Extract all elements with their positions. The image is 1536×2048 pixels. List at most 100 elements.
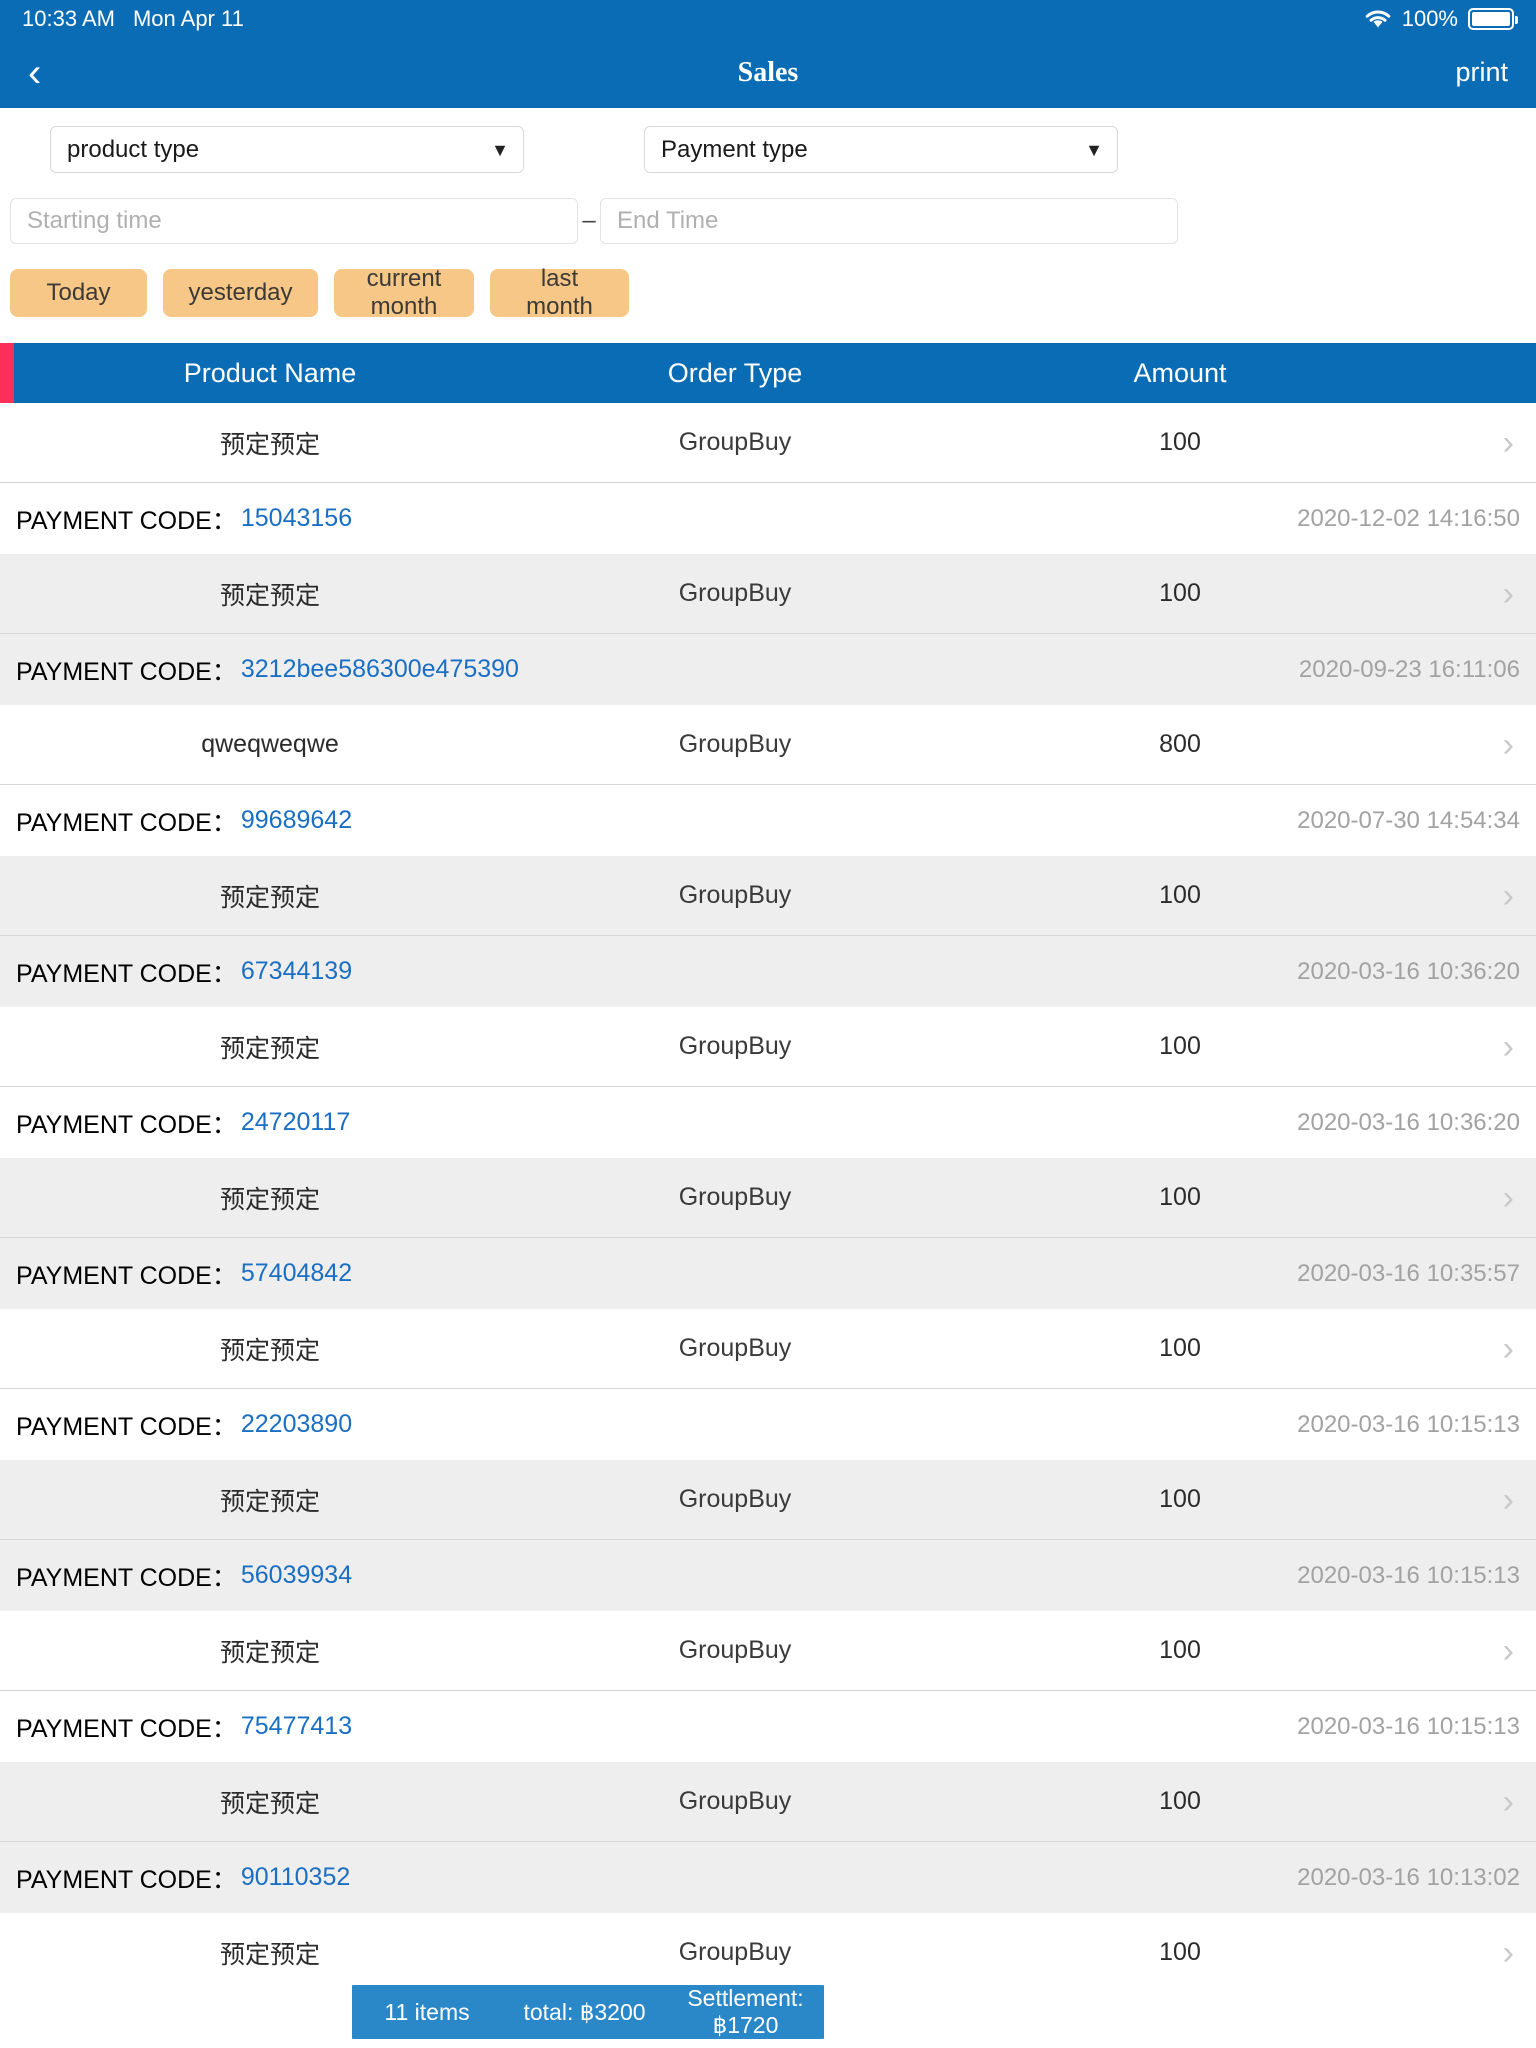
back-icon[interactable]: ‹ — [28, 53, 68, 93]
order-summary-row[interactable]: 预定预定 GroupBuy 100 › — [0, 1158, 1536, 1237]
chevron-right-icon[interactable]: › — [1503, 879, 1514, 913]
cell-amount: 100 — [1159, 1938, 1201, 1966]
payment-code-label: PAYMENT CODE： — [16, 959, 237, 988]
payment-code-label: PAYMENT CODE： — [16, 1110, 237, 1139]
table-row[interactable]: 预定预定 GroupBuy 100 › PAYMENT CODE： 3212bee5863… — [0, 554, 1536, 705]
order-summary-row[interactable]: 预定预定 GroupBuy 100 › — [0, 554, 1536, 633]
order-summary-row[interactable]: 预定预定 GroupBuy 100 › — [0, 856, 1536, 935]
order-payment-row: PAYMENT CODE： 3212bee586300e475390 2020-09… — [0, 633, 1536, 705]
chevron-right-icon[interactable]: › — [1503, 1332, 1514, 1366]
quick-range-yesterday[interactable]: yesterday — [163, 269, 318, 317]
status-bar-right: 100% — [1364, 5, 1518, 32]
status-bar: 10:33 AM Mon Apr 11 100% — [0, 0, 1536, 37]
chevron-right-icon[interactable]: › — [1503, 426, 1514, 460]
status-bar-left: 10:33 AM Mon Apr 11 — [22, 6, 244, 32]
chevron-right-icon[interactable]: › — [1503, 1181, 1514, 1215]
order-payment-row: PAYMENT CODE： 24720117 2020-03-16 10:36:20 — [0, 1086, 1536, 1158]
cell-product-name: 预定预定 — [219, 581, 320, 610]
payment-type-select[interactable]: Payment type ▼ — [644, 126, 1118, 173]
filter-panel: product type ▼ Payment type ▼ Starting t… — [0, 108, 1536, 320]
order-summary-row[interactable]: 预定预定 GroupBuy 100 › — [0, 1762, 1536, 1841]
cell-amount: 100 — [1159, 1787, 1201, 1815]
payment-code-value[interactable]: 99689642 — [241, 806, 352, 835]
product-type-select[interactable]: product type ▼ — [50, 126, 524, 173]
cell-amount: 100 — [1159, 579, 1201, 607]
cell-amount: 800 — [1159, 730, 1201, 758]
page-title: Sales — [737, 56, 799, 88]
table-row[interactable]: 预定预定 GroupBuy 100 › PAYMENT CODE： 67344139 202… — [0, 856, 1536, 1007]
order-timestamp: 2020-03-16 10:35:57 — [1297, 1259, 1520, 1287]
payment-code-label: PAYMENT CODE： — [16, 1563, 237, 1592]
payment-code-label: PAYMENT CODE： — [16, 1865, 237, 1894]
chevron-right-icon[interactable]: › — [1503, 728, 1514, 762]
payment-code-value[interactable]: 22203890 — [241, 1410, 352, 1439]
chevron-right-icon[interactable]: › — [1503, 1634, 1514, 1668]
product-type-value: product type — [67, 135, 200, 163]
order-timestamp: 2020-03-16 10:15:13 — [1297, 1410, 1520, 1438]
order-summary-row[interactable]: 预定预定 GroupBuy 100 › — [0, 1007, 1536, 1086]
payment-code-value[interactable]: 75477413 — [241, 1712, 352, 1741]
order-payment-row: PAYMENT CODE： 22203890 2020-03-16 10:15:13 — [0, 1388, 1536, 1460]
payment-code-value[interactable]: 3212bee586300e475390 — [241, 655, 519, 684]
chevron-right-icon[interactable]: › — [1503, 1030, 1514, 1064]
cell-product-name: 预定预定 — [219, 430, 320, 459]
chevron-right-icon[interactable]: › — [1503, 1785, 1514, 1819]
battery-percent: 100% — [1401, 5, 1458, 31]
start-time-placeholder: Starting time — [27, 207, 162, 234]
table-row[interactable]: 预定预定 GroupBuy 100 › PAYMENT CODE： 90110352 202… — [0, 1762, 1536, 1913]
payment-code-value[interactable]: 56039934 — [241, 1561, 352, 1590]
payment-code-value[interactable]: 90110352 — [241, 1863, 350, 1892]
order-timestamp: 2020-12-02 14:16:50 — [1297, 504, 1520, 532]
quick-range-current-month[interactable]: current month — [334, 265, 474, 320]
status-date: Mon Apr 11 — [132, 5, 244, 31]
table-row[interactable]: 预定预定 GroupBuy 100 › PAYMENT CODE： 75477413 202… — [0, 1611, 1536, 1762]
order-summary-row[interactable]: 预定预定 GroupBuy 100 › — [0, 1913, 1536, 1992]
payment-code-label: PAYMENT CODE： — [16, 1261, 237, 1290]
chevron-right-icon[interactable]: › — [1503, 1936, 1514, 1970]
table-row[interactable]: 预定预定 GroupBuy 100 › PAYMENT CODE： 15043156 202… — [0, 403, 1536, 554]
chevron-down-icon: ▼ — [1085, 139, 1103, 160]
order-payment-row: PAYMENT CODE： 90110352 2020-03-16 10:13:02 — [0, 1841, 1536, 1913]
quick-range-today[interactable]: Today — [10, 269, 147, 317]
cell-product-name: qweqweqwe — [201, 730, 339, 758]
payment-code-label: PAYMENT CODE： — [16, 1714, 237, 1743]
table-row[interactable]: 预定预定 GroupBuy 100 › PAYMENT CODE： 24720117 202… — [0, 1007, 1536, 1158]
order-summary-row[interactable]: 预定预定 GroupBuy 100 › — [0, 1309, 1536, 1388]
order-timestamp: 2020-09-23 16:11:06 — [1298, 655, 1520, 683]
order-timestamp: 2020-03-16 10:15:13 — [1297, 1712, 1520, 1740]
cell-order-type: GroupBuy — [678, 1032, 792, 1060]
payment-code-value[interactable]: 57404842 — [241, 1259, 352, 1288]
quick-range-last-month[interactable]: last month — [490, 265, 629, 320]
order-summary-row[interactable]: 预定预定 GroupBuy 100 › — [0, 1460, 1536, 1539]
cell-order-type: GroupBuy — [678, 1787, 792, 1815]
order-summary-row[interactable]: 预定预定 GroupBuy 100 › — [0, 403, 1536, 482]
order-summary-row[interactable]: 预定预定 GroupBuy 100 › — [0, 1611, 1536, 1690]
payment-code-value[interactable]: 15043156 — [241, 504, 352, 533]
cell-order-type: GroupBuy — [678, 1183, 792, 1211]
date-range-row: Starting time – End Time — [0, 198, 1536, 244]
order-payment-row: PAYMENT CODE： 75477413 2020-03-16 10:15:13 — [0, 1690, 1536, 1762]
table-row[interactable]: qweqweqwe GroupBuy 800 › PAYMENT CODE： 996896… — [0, 705, 1536, 856]
order-timestamp: 2020-03-16 10:36:20 — [1297, 957, 1520, 985]
cell-product-name: 预定预定 — [219, 1638, 320, 1667]
cell-amount: 100 — [1159, 1183, 1201, 1211]
status-time: 10:33 AM — [22, 5, 115, 31]
order-summary-row[interactable]: qweqweqwe GroupBuy 800 › — [0, 705, 1536, 784]
payment-code-value[interactable]: 24720117 — [241, 1108, 350, 1137]
table-row[interactable]: 预定预定 GroupBuy 100 › — [0, 1913, 1536, 1992]
filter-selects-row: product type ▼ Payment type ▼ — [0, 126, 1536, 173]
chevron-right-icon[interactable]: › — [1503, 577, 1514, 611]
cell-amount: 100 — [1159, 428, 1201, 456]
table-row[interactable]: 预定预定 GroupBuy 100 › PAYMENT CODE： 57404842 202… — [0, 1158, 1536, 1309]
start-time-input[interactable]: Starting time — [10, 198, 578, 244]
table-row[interactable]: 预定预定 GroupBuy 100 › PAYMENT CODE： 22203890 202… — [0, 1309, 1536, 1460]
end-time-input[interactable]: End Time — [600, 198, 1178, 244]
order-timestamp: 2020-03-16 10:13:02 — [1297, 1863, 1520, 1891]
payment-code-label: PAYMENT CODE： — [16, 808, 237, 837]
chevron-right-icon[interactable]: › — [1503, 1483, 1514, 1517]
cell-amount: 100 — [1159, 1485, 1201, 1513]
payment-code-value[interactable]: 67344139 — [241, 957, 352, 986]
nav-bar: ‹ Sales print — [0, 37, 1536, 108]
print-button[interactable]: print — [1455, 57, 1508, 88]
table-row[interactable]: 预定预定 GroupBuy 100 › PAYMENT CODE： 56039934 202… — [0, 1460, 1536, 1611]
